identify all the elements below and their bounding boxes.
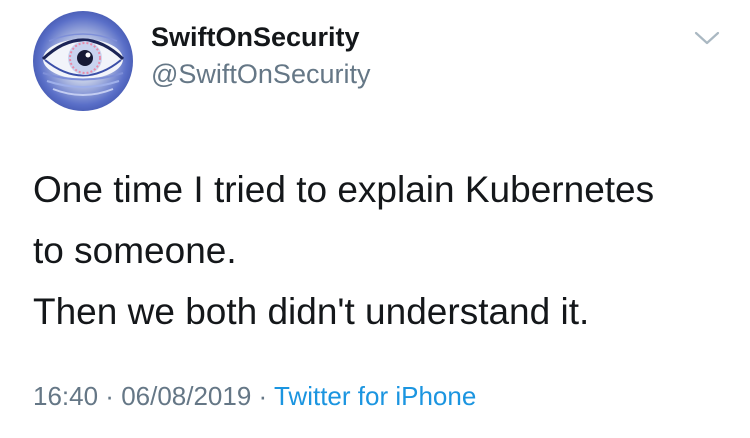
tweet-text-line: to someone. bbox=[33, 230, 237, 271]
tweet-time[interactable]: 16:40 bbox=[33, 381, 98, 411]
tweet-date[interactable]: 06/08/2019 bbox=[121, 381, 251, 411]
tweet-text-line: Then we both didn't understand it. bbox=[33, 291, 590, 332]
author-display-name[interactable]: SwiftOnSecurity bbox=[151, 21, 360, 53]
meta-separator: · bbox=[251, 381, 274, 411]
tweet-card: SwiftOnSecurity @SwiftOnSecurity One tim… bbox=[0, 0, 750, 438]
meta-separator: · bbox=[98, 381, 122, 411]
chevron-down-icon[interactable] bbox=[694, 29, 720, 47]
author-handle[interactable]: @SwiftOnSecurity bbox=[151, 58, 370, 90]
tweet-source-link[interactable]: Twitter for iPhone bbox=[274, 381, 476, 411]
tweet-text-line: One time I tried to explain Kubernetes bbox=[33, 169, 655, 210]
chevron-down-graphic bbox=[694, 31, 720, 45]
tweet-meta: 16:40 · 06/08/2019 · Twitter for iPhone bbox=[33, 379, 476, 413]
eye-avatar-graphic bbox=[41, 33, 125, 96]
tweet-text: One time I tried to explain Kubernetes t… bbox=[33, 159, 733, 342]
eye-avatar-icon[interactable] bbox=[33, 11, 133, 111]
